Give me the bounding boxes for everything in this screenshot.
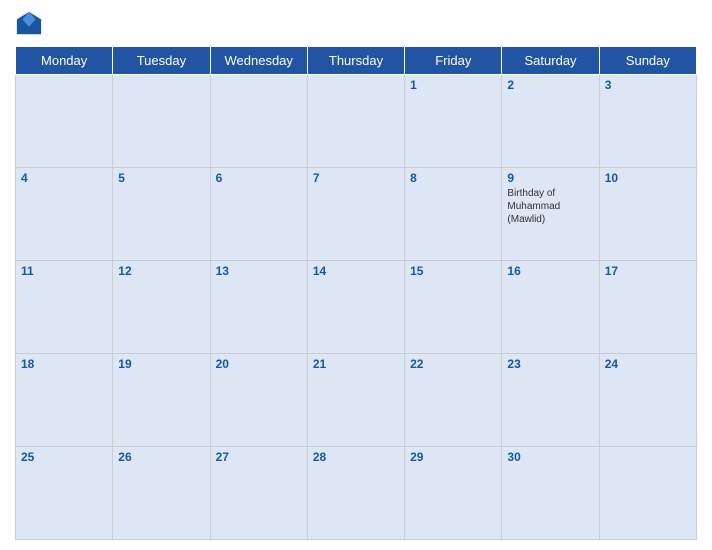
calendar-week-row: 25 26 27 28 29 30 xyxy=(16,447,697,540)
calendar-cell: 23 xyxy=(502,354,599,447)
day-number: 12 xyxy=(118,264,204,278)
day-number: 20 xyxy=(216,357,302,371)
page-header xyxy=(15,10,697,38)
day-number: 19 xyxy=(118,357,204,371)
day-number: 8 xyxy=(410,171,496,185)
calendar-week-row: 11 12 13 14 15 16 17 xyxy=(16,261,697,354)
day-number: 6 xyxy=(216,171,302,185)
weekday-header-tuesday: Tuesday xyxy=(113,47,210,75)
day-number: 22 xyxy=(410,357,496,371)
day-number: 28 xyxy=(313,450,399,464)
day-number: 11 xyxy=(21,264,107,278)
calendar-cell: 8 xyxy=(405,168,502,261)
day-number: 21 xyxy=(313,357,399,371)
calendar-cell xyxy=(16,75,113,168)
weekday-header-thursday: Thursday xyxy=(307,47,404,75)
calendar-cell: 3 xyxy=(599,75,696,168)
calendar-cell xyxy=(113,75,210,168)
calendar-week-row: 456789 Birthday of Muhammad (Mawlid) 10 xyxy=(16,168,697,261)
calendar-cell: 12 xyxy=(113,261,210,354)
calendar-cell xyxy=(210,75,307,168)
day-number: 4 xyxy=(21,171,107,185)
calendar-cell: 22 xyxy=(405,354,502,447)
day-number: 27 xyxy=(216,450,302,464)
calendar-cell: 17 xyxy=(599,261,696,354)
day-number: 23 xyxy=(507,357,593,371)
holiday-label: Birthday of Muhammad (Mawlid) xyxy=(507,187,593,226)
logo-icon xyxy=(15,10,43,38)
day-number: 25 xyxy=(21,450,107,464)
calendar-cell: 30 xyxy=(502,447,599,540)
calendar-cell: 2 xyxy=(502,75,599,168)
calendar-cell: 10 xyxy=(599,168,696,261)
day-number: 5 xyxy=(118,171,204,185)
day-number: 9 xyxy=(507,171,593,185)
weekday-header-saturday: Saturday xyxy=(502,47,599,75)
calendar-cell: 19 xyxy=(113,354,210,447)
weekday-header-sunday: Sunday xyxy=(599,47,696,75)
day-number: 7 xyxy=(313,171,399,185)
calendar-cell: 21 xyxy=(307,354,404,447)
weekday-header-row: MondayTuesdayWednesdayThursdayFridaySatu… xyxy=(16,47,697,75)
calendar-table: MondayTuesdayWednesdayThursdayFridaySatu… xyxy=(15,46,697,540)
calendar-cell: 16 xyxy=(502,261,599,354)
calendar-cell: 5 xyxy=(113,168,210,261)
day-number: 13 xyxy=(216,264,302,278)
day-number: 26 xyxy=(118,450,204,464)
calendar-cell: 13 xyxy=(210,261,307,354)
calendar-cell: 26 xyxy=(113,447,210,540)
day-number: 1 xyxy=(410,78,496,92)
day-number: 14 xyxy=(313,264,399,278)
calendar-cell: 20 xyxy=(210,354,307,447)
calendar-cell: 4 xyxy=(16,168,113,261)
day-number: 24 xyxy=(605,357,691,371)
calendar-cell: 9 Birthday of Muhammad (Mawlid) xyxy=(502,168,599,261)
day-number: 18 xyxy=(21,357,107,371)
day-number: 30 xyxy=(507,450,593,464)
calendar-cell: 11 xyxy=(16,261,113,354)
calendar-cell: 15 xyxy=(405,261,502,354)
calendar-cell: 29 xyxy=(405,447,502,540)
day-number: 15 xyxy=(410,264,496,278)
calendar-cell: 27 xyxy=(210,447,307,540)
calendar-cell: 14 xyxy=(307,261,404,354)
calendar-cell xyxy=(599,447,696,540)
calendar-cell: 28 xyxy=(307,447,404,540)
calendar-cell: 7 xyxy=(307,168,404,261)
weekday-header-friday: Friday xyxy=(405,47,502,75)
calendar-week-row: 18 19 20 21 22 23 24 xyxy=(16,354,697,447)
weekday-header-monday: Monday xyxy=(16,47,113,75)
day-number: 3 xyxy=(605,78,691,92)
day-number: 10 xyxy=(605,171,691,185)
calendar-cell: 6 xyxy=(210,168,307,261)
weekday-header-wednesday: Wednesday xyxy=(210,47,307,75)
day-number: 29 xyxy=(410,450,496,464)
calendar-week-row: 123 xyxy=(16,75,697,168)
day-number: 17 xyxy=(605,264,691,278)
calendar-cell: 25 xyxy=(16,447,113,540)
logo xyxy=(15,10,47,38)
calendar-cell: 18 xyxy=(16,354,113,447)
calendar-cell: 1 xyxy=(405,75,502,168)
calendar-cell xyxy=(307,75,404,168)
day-number: 16 xyxy=(507,264,593,278)
day-number: 2 xyxy=(507,78,593,92)
calendar-cell: 24 xyxy=(599,354,696,447)
